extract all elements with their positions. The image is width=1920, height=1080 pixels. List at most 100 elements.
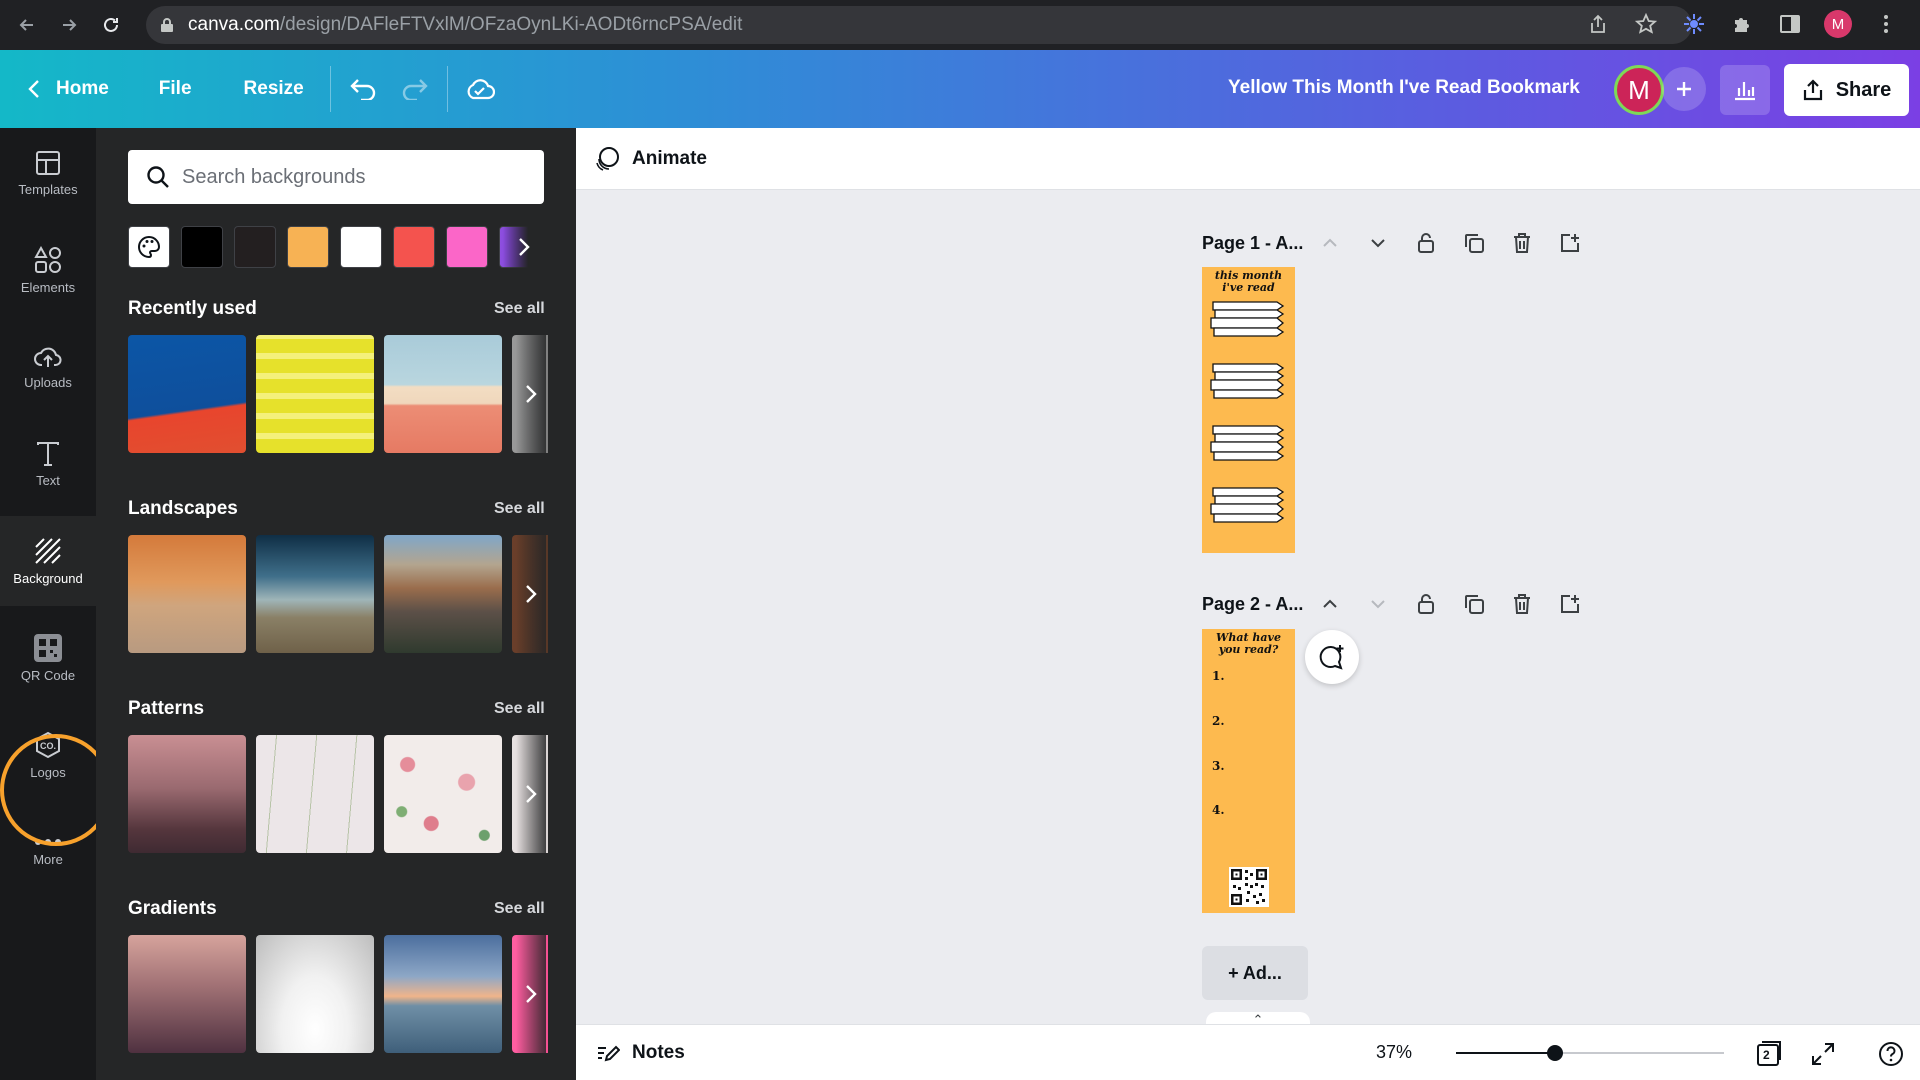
rail-item-uploads[interactable]: Uploads xyxy=(0,322,96,412)
background-thumbnail[interactable] xyxy=(384,935,502,1053)
rail-item-templates[interactable]: Templates xyxy=(0,128,96,218)
see-all-link[interactable]: See all xyxy=(494,300,545,318)
forward-icon[interactable] xyxy=(54,10,84,40)
color-swatch[interactable] xyxy=(393,226,435,268)
section-title-recently-used: Recently used xyxy=(128,298,257,319)
file-menu-button[interactable]: File xyxy=(139,65,212,113)
background-icon xyxy=(34,537,62,565)
search-input[interactable] xyxy=(182,165,522,189)
add-collaborator-button[interactable] xyxy=(1662,67,1706,111)
resize-button[interactable]: Resize xyxy=(224,65,324,113)
background-thumbnail[interactable] xyxy=(256,735,374,853)
background-thumbnail[interactable] xyxy=(384,535,502,653)
see-all-link[interactable]: See all xyxy=(494,700,545,718)
user-avatar[interactable]: M xyxy=(1614,65,1664,115)
see-all-link[interactable]: See all xyxy=(494,900,545,918)
notes-label: Notes xyxy=(632,1041,685,1063)
extensions-puzzle-icon[interactable] xyxy=(1728,10,1756,38)
side-nav-rail: Templates Elements Uploads Text Backgrou… xyxy=(0,128,112,1080)
page-1-title[interactable]: Page 1 - A... xyxy=(1202,233,1306,254)
home-button[interactable]: Home xyxy=(8,65,129,113)
lock-page-icon[interactable] xyxy=(1402,229,1450,257)
share-page-icon[interactable] xyxy=(1584,10,1612,38)
duplicate-page-icon[interactable] xyxy=(1450,590,1498,618)
duplicate-page-icon[interactable] xyxy=(1450,229,1498,257)
add-page-icon[interactable] xyxy=(1546,229,1594,257)
move-page-up-icon[interactable] xyxy=(1306,229,1354,257)
extension-gear-icon[interactable] xyxy=(1680,10,1708,38)
add-page-button[interactable]: + Ad... xyxy=(1202,946,1308,1000)
browser-menu-icon[interactable] xyxy=(1872,10,1900,38)
bookmark-star-icon[interactable] xyxy=(1632,10,1660,38)
background-thumbnail[interactable] xyxy=(256,535,374,653)
background-thumbnail[interactable] xyxy=(128,535,246,653)
page-2-header: Page 2 - A... xyxy=(1202,590,1594,618)
background-thumbnail[interactable] xyxy=(128,935,246,1053)
color-swatch[interactable] xyxy=(287,226,329,268)
row-next-arrow-icon[interactable] xyxy=(516,335,546,453)
list-number: 1. xyxy=(1212,669,1225,683)
address-bar[interactable]: canva.com/design/DAFleFTVxlM/OFzaOynLKi-… xyxy=(146,6,1692,44)
editor-footer: Notes 37% 2 xyxy=(576,1024,1920,1080)
qr-code-image xyxy=(1229,867,1269,907)
list-number: 3. xyxy=(1212,759,1225,773)
row-next-arrow-icon[interactable] xyxy=(516,735,546,853)
delete-page-icon[interactable] xyxy=(1498,229,1546,257)
editor-context-bar: Animate xyxy=(576,128,1920,190)
search-box[interactable] xyxy=(128,150,544,204)
redo-icon[interactable] xyxy=(389,65,441,113)
notes-button[interactable]: Notes xyxy=(596,1042,685,1064)
rail-item-elements[interactable]: Elements xyxy=(0,225,96,315)
back-icon[interactable] xyxy=(12,10,42,40)
insights-button[interactable] xyxy=(1720,65,1770,115)
bookmark-heading: this month i've read xyxy=(1214,269,1283,294)
move-page-down-icon[interactable] xyxy=(1354,590,1402,618)
zoom-percentage[interactable]: 37% xyxy=(1376,1042,1412,1063)
background-thumbnail[interactable] xyxy=(384,335,502,453)
zoom-slider-handle[interactable] xyxy=(1547,1045,1564,1061)
move-page-down-icon[interactable] xyxy=(1354,229,1402,257)
add-page-icon[interactable] xyxy=(1546,590,1594,618)
swatches-next-arrow-icon[interactable] xyxy=(503,226,545,268)
cloud-saved-icon[interactable] xyxy=(454,65,506,113)
help-icon[interactable] xyxy=(1876,1039,1906,1069)
background-thumbnail[interactable] xyxy=(256,335,374,453)
zoom-slider[interactable] xyxy=(1456,1045,1724,1061)
delete-page-icon[interactable] xyxy=(1498,590,1546,618)
animate-button[interactable]: Animate xyxy=(594,145,707,173)
rail-item-text[interactable]: Text xyxy=(0,419,96,509)
page-count-icon[interactable]: 2 xyxy=(1754,1039,1784,1069)
background-thumbnail[interactable] xyxy=(256,935,374,1053)
row-next-arrow-icon[interactable] xyxy=(516,535,546,653)
page-2-title[interactable]: Page 2 - A... xyxy=(1202,594,1306,615)
color-swatch[interactable] xyxy=(181,226,223,268)
share-button[interactable]: Share xyxy=(1784,64,1909,116)
reload-icon[interactable] xyxy=(96,10,126,40)
background-thumbnail[interactable] xyxy=(384,735,502,853)
side-panel-icon[interactable] xyxy=(1776,10,1804,38)
color-swatch[interactable] xyxy=(340,226,382,268)
browser-profile-avatar[interactable]: M xyxy=(1824,10,1852,38)
row-next-arrow-icon[interactable] xyxy=(516,935,546,1053)
rail-item-qr-code[interactable]: QR Code xyxy=(0,613,96,703)
page-1-thumbnail[interactable]: this month i've read xyxy=(1202,267,1295,553)
rail-label: QR Code xyxy=(20,667,76,683)
lock-page-icon[interactable] xyxy=(1402,590,1450,618)
undo-icon[interactable] xyxy=(337,65,389,113)
move-page-up-icon[interactable] xyxy=(1306,590,1354,618)
comment-plus-icon xyxy=(1318,643,1346,671)
background-thumbnail[interactable] xyxy=(128,735,246,853)
see-all-link[interactable]: See all xyxy=(494,500,545,518)
rail-item-background[interactable]: Background xyxy=(0,516,96,606)
color-swatch[interactable] xyxy=(446,226,488,268)
background-thumbnail[interactable] xyxy=(128,335,246,453)
color-palette-button[interactable] xyxy=(128,226,170,268)
design-title[interactable]: Yellow This Month I've Read Bookmark xyxy=(1228,77,1580,99)
page-2-thumbnail[interactable]: What have you read? 1. 2. 3. 4. xyxy=(1202,629,1295,913)
fullscreen-icon[interactable] xyxy=(1808,1039,1838,1069)
color-swatch[interactable] xyxy=(234,226,276,268)
gradients-row xyxy=(128,935,548,1053)
add-comment-button[interactable] xyxy=(1305,630,1359,684)
qr-code-icon xyxy=(34,633,62,662)
upload-share-icon xyxy=(1802,79,1824,101)
